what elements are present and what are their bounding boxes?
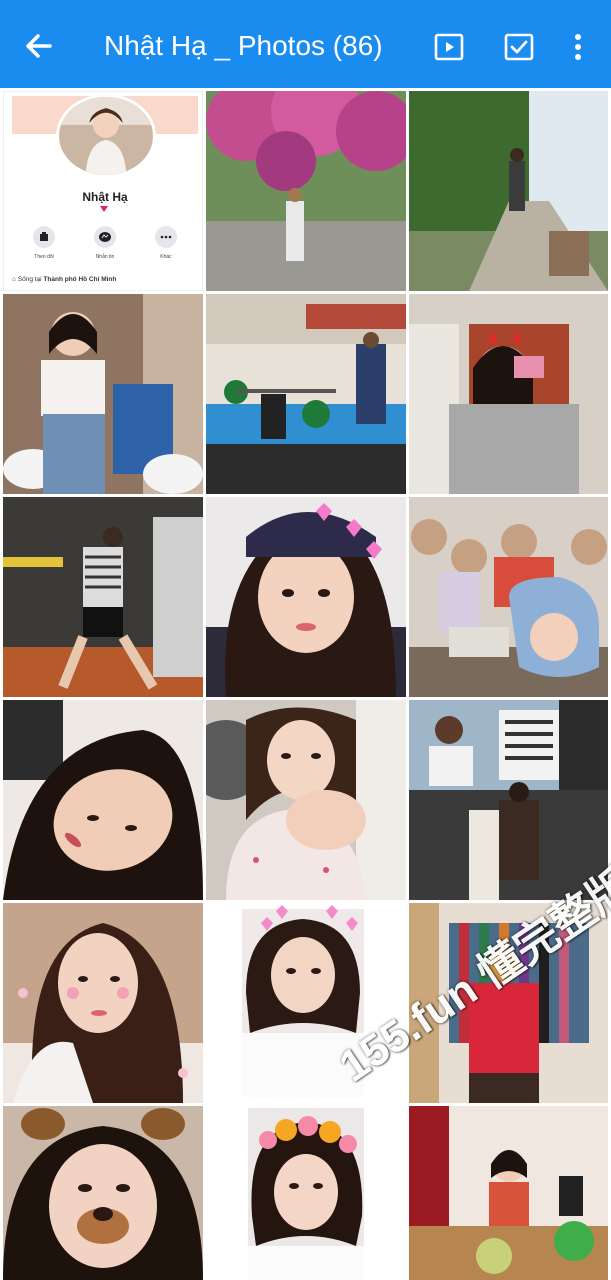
profile-thumbnail[interactable]: Nhật Hạ Theo dõi Nhắn tin Khác ⌂ Sống tạ… xyxy=(3,91,203,291)
photo-thumbnail-hearts-filter-selfie[interactable] xyxy=(206,497,406,697)
home-icon: ⌂ xyxy=(12,276,16,283)
photo-thumbnail-mirror-selfie-offtop[interactable] xyxy=(3,294,203,494)
photo-thumbnail-gym-weightlifting[interactable] xyxy=(206,294,406,494)
arrow-left-icon[interactable] xyxy=(20,26,60,66)
profile-name: Nhật Hạ xyxy=(82,190,128,204)
photo-thumbnail-mirror-selfie-devil-filter[interactable] xyxy=(409,294,608,494)
photo-thumbnail-close-selfie[interactable] xyxy=(206,700,406,900)
photo-thumbnail-gym-lunge[interactable] xyxy=(3,497,203,697)
follow-button[interactable]: Theo dõi xyxy=(24,226,64,260)
play-box-icon[interactable] xyxy=(434,32,464,62)
photo-thumbnail-group-selfie[interactable] xyxy=(409,497,608,697)
avatar xyxy=(56,94,156,178)
photo-thumbnail-garden-walk[interactable] xyxy=(409,91,608,291)
lives-in-text: ⌂ Sống tại Thành phố Hồ Chí Minh xyxy=(12,276,117,283)
checkbox-icon[interactable] xyxy=(504,32,534,62)
message-button[interactable]: Nhắn tin xyxy=(85,226,125,260)
more-actions-button[interactable]: Khác xyxy=(146,226,186,260)
app-bar: Nhật Hạ _ Photos (86) xyxy=(0,0,611,88)
page-title: Nhật Hạ _ Photos (86) xyxy=(104,30,383,61)
photo-thumbnail-flower-crown-selfie[interactable] xyxy=(206,1106,406,1280)
more-vertical-icon[interactable] xyxy=(566,30,590,64)
photo-thumbnail-room-selfie[interactable] xyxy=(409,1106,608,1280)
photo-thumbnail-lying-selfie[interactable] xyxy=(3,700,203,900)
photo-flowers-street xyxy=(206,91,406,291)
photo-thumbnail-bunny-filter-selfie[interactable] xyxy=(3,903,203,1103)
photo-thumbnail-puppy-filter-selfie[interactable] xyxy=(3,1106,203,1280)
photo-thumbnail-flowers-street[interactable] xyxy=(206,91,406,291)
photo-grid: Nhật Hạ Theo dõi Nhắn tin Khác ⌂ Sống tạ… xyxy=(0,88,611,1280)
heart-icon xyxy=(100,206,108,212)
